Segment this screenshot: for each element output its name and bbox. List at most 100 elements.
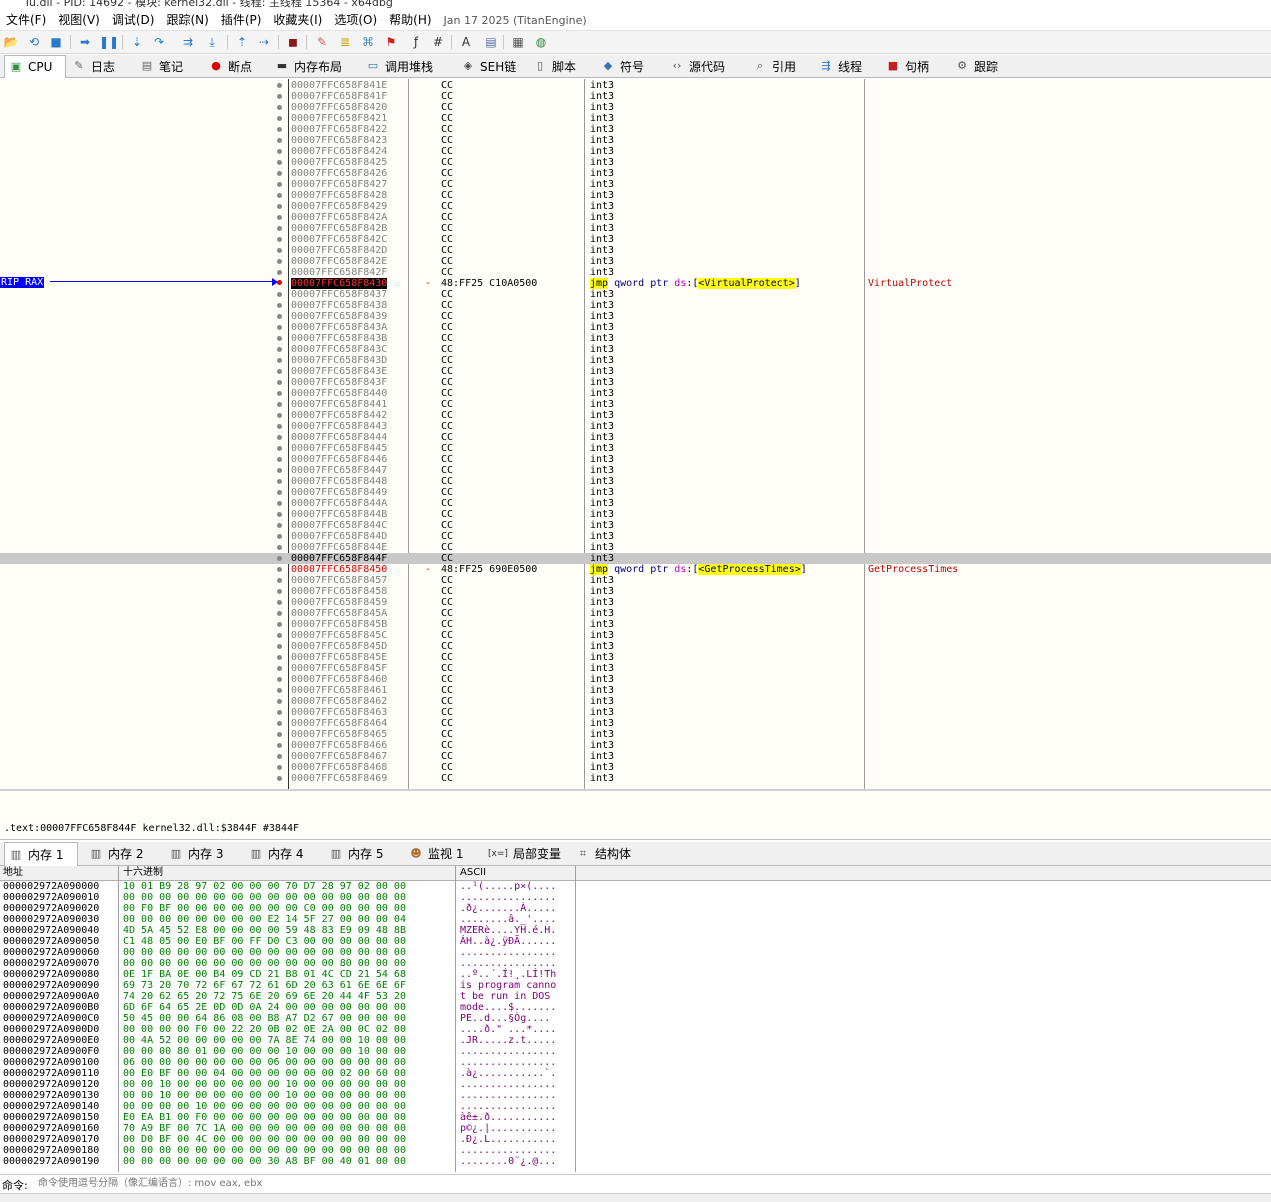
disasm-row[interactable]: 00007FFC658F843D CC int3 — [0, 355, 1271, 366]
tab-symbols[interactable]: ◆ 符号 — [597, 55, 661, 77]
disasm-row[interactable]: 00007FFC658F843F CC int3 — [0, 377, 1271, 388]
breakpoint-dot[interactable] — [277, 468, 282, 473]
breakpoint-dot[interactable] — [277, 743, 282, 748]
disasm-row[interactable]: 00007FFC658F8457 CC int3 — [0, 575, 1271, 586]
disasm-row[interactable]: 00007FFC658F8429 CC int3 — [0, 201, 1271, 212]
breakpoint-dot[interactable] — [277, 534, 282, 539]
disasm-row[interactable]: 00007FFC658F8450 -48:FF25 690E0500 jmp qwo… — [0, 564, 1271, 575]
disasm-row[interactable]: 00007FFC658F843E CC int3 — [0, 366, 1271, 377]
tab-log[interactable]: ✎ 日志 — [68, 55, 132, 77]
disasm-row[interactable]: 00007FFC658F845B CC int3 — [0, 619, 1271, 630]
breakpoint-dot[interactable] — [277, 523, 282, 528]
dump-row[interactable]: 000002972A0900C0 50 45 00 00 64 86 08 00 … — [0, 1013, 580, 1024]
label-icon[interactable]: ≣ — [337, 34, 353, 50]
breakpoint-dot[interactable] — [277, 633, 282, 638]
disasm-row[interactable]: 00007FFC658F842D CC int3 — [0, 245, 1271, 256]
dump-row[interactable]: 000002972A090070 00 00 00 00 00 00 00 00 … — [0, 958, 580, 969]
trace-over-icon[interactable]: ⤓ — [204, 34, 220, 50]
disasm-row[interactable]: 00007FFC658F841F CC int3 — [0, 91, 1271, 102]
disasm-row[interactable]: 00007FFC658F8424 CC int3 — [0, 146, 1271, 157]
disasm-row[interactable]: 00007FFC658F843A CC int3 — [0, 322, 1271, 333]
disasm-row[interactable]: 00007FFC658F8445 CC int3 — [0, 443, 1271, 454]
step-over-icon[interactable]: ↷ — [151, 34, 167, 50]
globe-icon[interactable]: ◍ — [533, 34, 549, 50]
comment-icon[interactable]: ✎ — [314, 34, 330, 50]
breakpoint-dot[interactable] — [277, 512, 282, 517]
breakpoint-dot[interactable] — [277, 446, 282, 451]
disasm-row[interactable]: 00007FFC658F8466 CC int3 — [0, 740, 1271, 751]
tab-breakpoint[interactable]: ● 断点 — [205, 55, 267, 77]
disasm-row[interactable]: 00007FFC658F8459 CC int3 — [0, 597, 1271, 608]
menu-item[interactable]: 文件(F) — [0, 8, 52, 28]
tab-memory-map[interactable]: ▬ 内存布局 — [271, 55, 355, 77]
breakpoint-dot[interactable] — [277, 303, 282, 308]
breakpoint-dot[interactable] — [277, 589, 282, 594]
breakpoint-dot[interactable] — [277, 336, 282, 341]
breakpoint-dot[interactable] — [277, 556, 282, 561]
disasm-row[interactable]: 00007FFC658F8467 CC int3 — [0, 751, 1271, 762]
breakpoint-dot[interactable] — [277, 413, 282, 418]
breakpoint-dot[interactable] — [277, 160, 282, 165]
disasm-row[interactable]: 00007FFC658F8462 CC int3 — [0, 696, 1271, 707]
disasm-row[interactable]: 00007FFC658F844E CC int3 — [0, 542, 1271, 553]
disasm-row[interactable]: 00007FFC658F844D CC int3 — [0, 531, 1271, 542]
disasm-row[interactable]: 00007FFC658F8430 -48:FF25 C10A0500 jmp qwo… — [0, 278, 1271, 289]
bookmark-icon[interactable]: ⌘ — [360, 34, 376, 50]
dump-row[interactable]: 000002972A090080 0E 1F BA 0E 00 B4 09 CD … — [0, 969, 580, 980]
disasm-row[interactable]: 00007FFC658F8461 CC int3 — [0, 685, 1271, 696]
disasm-row[interactable]: 00007FFC658F8420 CC int3 — [0, 102, 1271, 113]
dump-tab[interactable]: ▥ 内存 3 — [165, 842, 237, 865]
breakpoint-dot[interactable] — [277, 204, 282, 209]
disasm-row[interactable]: 00007FFC658F8465 CC int3 — [0, 729, 1271, 740]
breakpoint-dot[interactable] — [277, 402, 282, 407]
breakpoint-dot[interactable] — [277, 732, 282, 737]
dump-row[interactable]: 000002972A090190 00 00 00 00 00 00 00 00 … — [0, 1156, 580, 1167]
disasm-row[interactable]: 00007FFC658F844F CC int3 — [0, 553, 1271, 564]
stop-icon[interactable]: ■ — [48, 34, 64, 50]
tab-seh[interactable]: ◈ SEH链 — [457, 55, 525, 77]
restart-icon[interactable]: ⟲ — [26, 34, 42, 50]
disasm-row[interactable]: 00007FFC658F8447 CC int3 — [0, 465, 1271, 476]
breakpoint-dot[interactable] — [277, 545, 282, 550]
dump-row[interactable]: 000002972A0900B0 6D 6F 64 65 2E 0D 0D 0A … — [0, 1002, 580, 1013]
breakpoint-dot[interactable] — [277, 600, 282, 605]
breakpoint-dot[interactable] — [277, 567, 282, 572]
breakpoint-dot[interactable] — [277, 237, 282, 242]
breakpoint-dot[interactable] — [277, 226, 282, 231]
disasm-row[interactable]: 00007FFC658F841E CC int3 — [0, 80, 1271, 91]
breakpoint-dot[interactable] — [277, 116, 282, 121]
breakpoint-dot[interactable] — [277, 369, 282, 374]
dump-row[interactable]: 000002972A090000 10 01 B9 28 97 02 00 00 … — [0, 881, 580, 892]
breakpoint-dot[interactable] — [277, 765, 282, 770]
disasm-row[interactable]: 00007FFC658F8446 CC int3 — [0, 454, 1271, 465]
execute-till-return-icon[interactable]: ⇡ — [234, 34, 250, 50]
tab-call-stack[interactable]: ▭ 调用堆栈 — [362, 55, 454, 77]
disasm-row[interactable]: 00007FFC658F8464 CC int3 — [0, 718, 1271, 729]
tab-source[interactable]: ‹› 源代码 — [666, 55, 744, 77]
breakpoint-dot[interactable] — [277, 259, 282, 264]
dump-tab[interactable]: ▥ 内存 2 — [85, 842, 157, 865]
open-icon[interactable]: 📂 — [3, 34, 19, 50]
breakpoint-dot[interactable] — [277, 94, 282, 99]
disasm-row[interactable]: 00007FFC658F845F CC int3 — [0, 663, 1271, 674]
calculator-icon[interactable]: ▦ — [510, 34, 526, 50]
disasm-row[interactable]: 00007FFC658F842A CC int3 — [0, 212, 1271, 223]
disasm-row[interactable]: 00007FFC658F844A CC int3 — [0, 498, 1271, 509]
dump-row[interactable]: 000002972A090090 69 73 20 70 72 6F 67 72 … — [0, 980, 580, 991]
disasm-row[interactable]: 00007FFC658F8425 CC int3 — [0, 157, 1271, 168]
dump-row[interactable]: 000002972A090020 00 F0 BF 00 00 00 00 00 … — [0, 903, 580, 914]
tab-cpu[interactable]: ▣ CPU — [4, 55, 66, 78]
dump-row[interactable]: 000002972A090160 70 A9 BF 00 7C 1A 00 00 … — [0, 1123, 580, 1134]
breakpoint-dot[interactable] — [277, 490, 282, 495]
dump-row[interactable]: 000002972A090170 00 D0 BF 00 4C 00 00 00 … — [0, 1134, 580, 1145]
dump-row[interactable]: 000002972A090150 E0 EA B1 00 F0 00 00 00 … — [0, 1112, 580, 1123]
tab-notes[interactable]: ▤ 笔记 — [136, 55, 200, 77]
disasm-row[interactable]: 00007FFC658F845A CC int3 — [0, 608, 1271, 619]
disasm-row[interactable]: 00007FFC658F8427 CC int3 — [0, 179, 1271, 190]
disasm-row[interactable]: 00007FFC658F8441 CC int3 — [0, 399, 1271, 410]
disasm-row[interactable]: 00007FFC658F844B CC int3 — [0, 509, 1271, 520]
dump-row[interactable]: 000002972A090040 4D 5A 45 52 E8 00 00 00 … — [0, 925, 580, 936]
breakpoint-dot[interactable] — [277, 347, 282, 352]
breakpoint-dot[interactable] — [277, 182, 282, 187]
tab-handles[interactable]: ■ 句柄 — [882, 55, 946, 77]
